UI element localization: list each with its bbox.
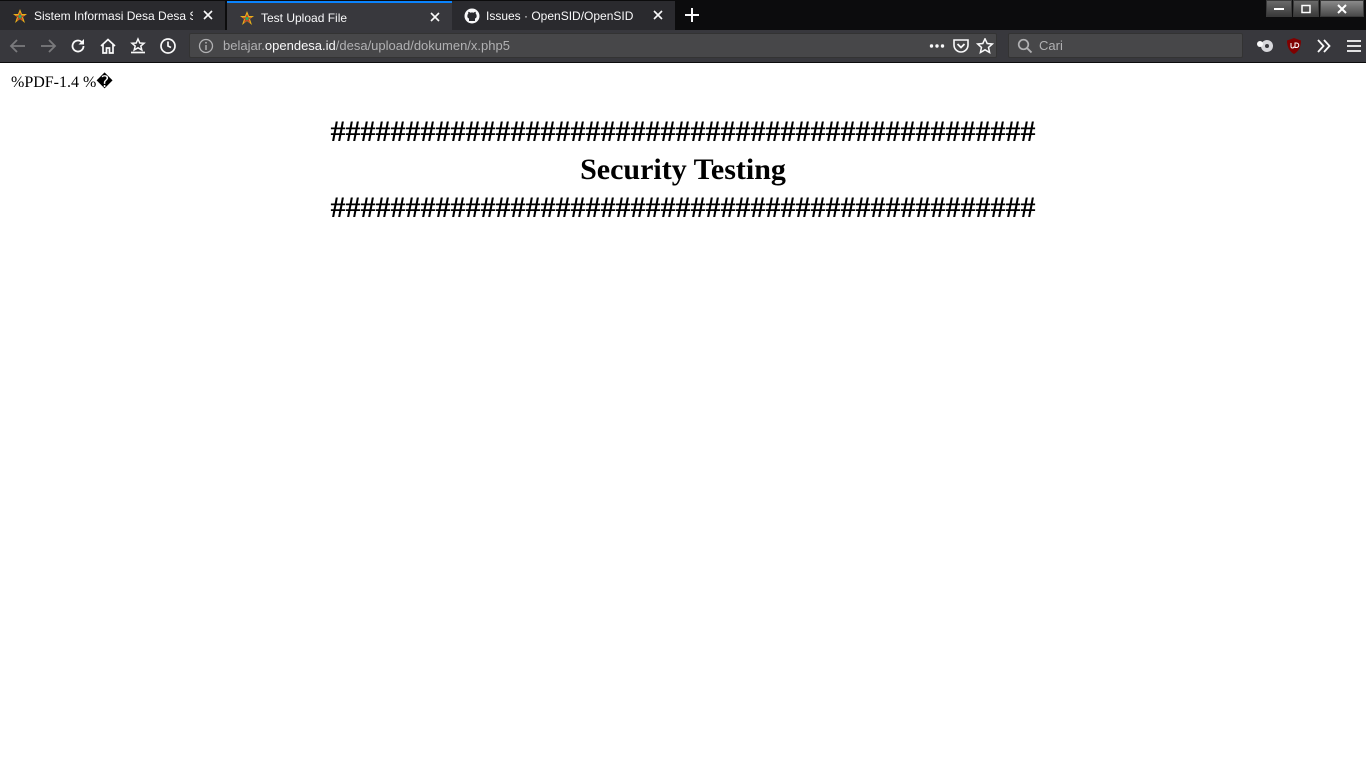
minimize-button[interactable] xyxy=(1266,0,1292,17)
minimize-icon xyxy=(1274,7,1284,10)
hamburger-menu-icon xyxy=(1347,40,1361,52)
page-content: %PDF-1.4 %� ############################… xyxy=(0,63,1366,768)
forward-arrow-icon xyxy=(41,39,57,53)
close-window-button[interactable] xyxy=(1320,0,1364,17)
tab-github-issues[interactable]: Issues · OpenSID/OpenSID xyxy=(452,1,676,30)
url-prefix: belajar. xyxy=(223,38,265,53)
tab-strip: Sistem Informasi Desa Desa Senggig Test … xyxy=(0,0,1366,30)
tab-title: Issues · OpenSID/OpenSID xyxy=(486,9,634,23)
extension-button[interactable] xyxy=(1254,35,1276,57)
forward-button[interactable] xyxy=(36,34,60,58)
clock-icon xyxy=(160,38,176,54)
url-path: /desa/upload/dokumen/x.php5 xyxy=(335,38,510,53)
hash-divider-top: ########################################… xyxy=(330,115,1036,148)
chevron-double-right-icon xyxy=(1317,39,1331,53)
close-tab-icon[interactable] xyxy=(651,8,665,22)
opensid-logo-icon xyxy=(240,11,254,25)
pocket-icon[interactable] xyxy=(952,38,970,54)
pdf-header-text: %PDF-1.4 %� xyxy=(11,74,113,91)
new-tab-icon[interactable] xyxy=(682,5,702,25)
history-button[interactable] xyxy=(156,34,180,58)
extension-icon xyxy=(1257,40,1273,52)
hash-divider-bottom: ########################################… xyxy=(330,191,1036,224)
navigation-toolbar: belajar.opendesa.id/desa/upload/dokumen/… xyxy=(0,30,1366,63)
opensid-logo-icon xyxy=(13,9,27,23)
back-arrow-icon xyxy=(9,39,25,53)
close-tab-icon[interactable] xyxy=(428,10,442,24)
overflow-menu-button[interactable] xyxy=(1313,35,1335,57)
home-button[interactable] xyxy=(96,34,120,58)
url-bar[interactable]: belajar.opendesa.id/desa/upload/dokumen/… xyxy=(189,33,997,58)
close-window-icon xyxy=(1337,3,1347,14)
restore-icon xyxy=(1301,4,1311,13)
back-button[interactable] xyxy=(6,34,30,58)
ublock-origin-button[interactable] xyxy=(1283,35,1305,57)
home-icon xyxy=(100,38,116,54)
reload-icon xyxy=(71,39,85,53)
window-controls xyxy=(1265,0,1364,18)
github-icon xyxy=(464,8,480,24)
tab-title: Test Upload File xyxy=(261,11,348,25)
url-host: opendesa.id xyxy=(264,38,336,53)
url-text[interactable]: belajar.opendesa.id/desa/upload/dokumen/… xyxy=(223,38,510,53)
library-button[interactable] xyxy=(126,34,150,58)
tab-test-upload-file[interactable]: Test Upload File xyxy=(227,1,452,30)
site-info-icon[interactable] xyxy=(198,38,214,54)
tab-sistem-informasi[interactable]: Sistem Informasi Desa Desa Senggig xyxy=(0,1,226,30)
bookmarks-library-icon xyxy=(130,37,146,54)
ublock-origin-icon xyxy=(1287,38,1301,54)
search-bar[interactable]: Cari xyxy=(1008,33,1243,58)
main-menu-button[interactable] xyxy=(1343,35,1365,57)
close-tab-icon[interactable] xyxy=(201,8,215,22)
restore-button[interactable] xyxy=(1293,0,1319,17)
search-input[interactable]: Cari xyxy=(1039,38,1063,53)
page-heading: Security Testing xyxy=(580,153,786,186)
reload-button[interactable] xyxy=(66,34,90,58)
page-actions-icon[interactable] xyxy=(928,38,946,54)
tab-title: Sistem Informasi Desa Desa Senggig xyxy=(34,9,193,23)
search-icon xyxy=(1017,38,1033,54)
bookmark-star-icon[interactable] xyxy=(976,38,994,54)
